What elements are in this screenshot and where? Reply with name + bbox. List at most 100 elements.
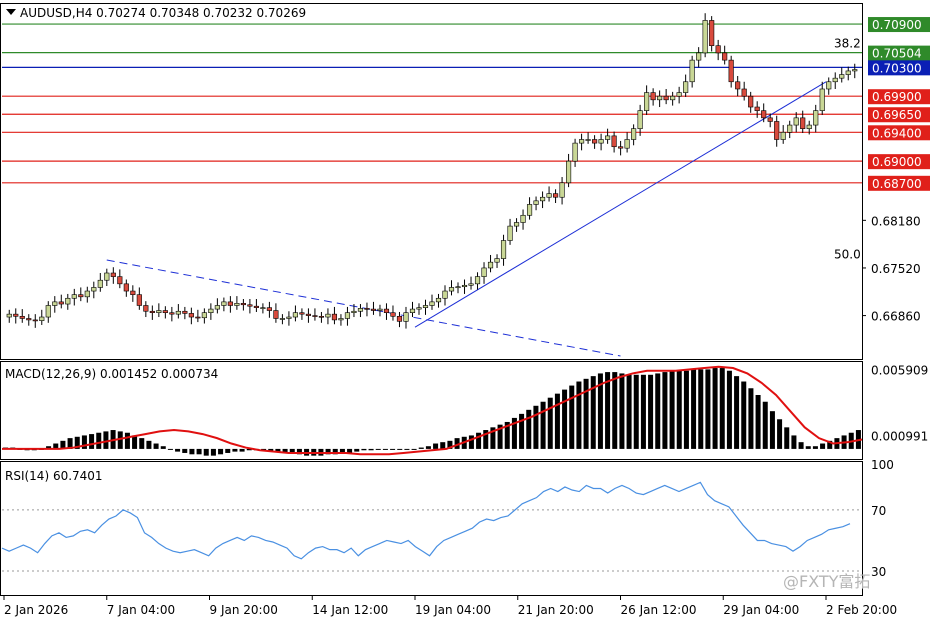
candle-down [767,117,773,122]
macd-bar [210,448,216,456]
candle-down [299,312,305,315]
candle-up [468,283,474,286]
candle-up [377,308,383,311]
candle-down [370,308,377,311]
candle-up [637,110,643,129]
candle-down [748,95,754,108]
macd-bar [146,440,152,449]
candle-up [702,20,708,54]
macd-bar [239,448,245,452]
macd-bar [741,381,747,449]
candle-up [175,310,181,315]
candle-up [806,124,812,129]
macd-bar [375,448,381,450]
macd-bar [418,447,424,449]
candle-up [435,297,442,303]
price-axis: 0.68180 0.67520 0.66860 [862,214,921,324]
candle-up [559,182,565,198]
candle-up [208,308,214,314]
candle-down [169,312,175,315]
candle-up [487,261,494,269]
price-tick-label: 0.66860 [871,310,921,324]
time-tick-label: 14 Jan 12:00 [312,603,388,617]
macd-bar [812,446,818,449]
candle-down [195,316,201,319]
candle-down [761,110,767,119]
candle-up [461,284,468,288]
macd-bar [175,448,181,452]
candle-down [78,294,84,298]
time-tick-label: 19 Jan 04:00 [415,603,491,617]
candle-down [396,316,403,322]
candle-up [579,139,585,144]
candle-up [566,160,572,184]
candle-up [325,313,331,318]
macd-bar [633,374,639,449]
candle-up [422,305,429,308]
candle-up [71,294,77,299]
macd-bar [189,448,195,455]
price-level-label: 0.69000 [872,155,922,169]
candle-up [494,258,500,263]
price-level-label: 0.70300 [872,61,922,75]
watermark-logo: @FXTY富拓 [783,572,870,591]
candle-up [819,88,825,111]
time-tick-label: 2 Feb 20:00 [826,603,897,617]
candle-down [709,20,715,46]
macd-bar [368,448,374,451]
macd-bar [719,368,725,449]
macd-bar [619,373,625,449]
macd-bar [433,443,439,449]
macd-bar [153,443,159,449]
macd-bar [769,411,775,449]
candle-up [670,95,676,101]
macd-bar [805,446,811,449]
macd-bar [533,405,539,449]
macd-bar [404,448,410,450]
candle-down [722,52,728,61]
macd-bar [626,374,632,449]
candle-down [390,312,396,317]
candle-up [104,272,110,281]
symbol-header: AUDUSD,H4 0.70274 0.70348 0.70232 0.7026… [20,6,306,20]
candle-up [520,214,526,223]
macd-bar [354,448,360,452]
macd-bar [468,435,474,449]
level-labels[interactable]: 0.70900 0.705040.70300 0.69900 0.69650 0.694… [868,17,930,191]
macd-bar [160,446,166,449]
candle-down [754,106,760,111]
macd-bar [712,368,718,449]
macd-bar [547,397,553,449]
rsi-pane-frame [0,461,863,596]
candle-up [696,52,702,61]
candle-up [598,139,604,144]
macd-bar [569,385,575,449]
candle-up [338,318,344,321]
time-tick-label: 21 Jan 20:00 [518,603,594,617]
candle-up [234,303,240,306]
macd-bar [203,448,209,456]
macd-bar [734,376,740,449]
macd-bar [777,419,783,449]
candle-down [305,313,312,316]
price-tick-label: 0.68180 [871,214,921,228]
macd-bar [167,448,173,450]
candle-up [676,92,682,97]
candle-up [286,316,292,319]
candle-up [585,139,591,141]
macd-bar [182,448,188,453]
macd-bar [583,378,589,449]
candle-down [182,310,188,314]
candle-up [156,310,162,314]
macd-bar [798,442,804,449]
rsi-axis: 100 70 30 [871,458,894,579]
candle-up [84,290,90,298]
macd-bar [132,435,138,449]
time-tick-label: 26 Jan 12:00 [621,603,697,617]
candle-down [227,301,233,306]
macd-bar [762,401,768,449]
candle-down [117,276,123,285]
candle-up [292,312,298,318]
candle-down [32,319,38,322]
candle-down [611,135,617,148]
